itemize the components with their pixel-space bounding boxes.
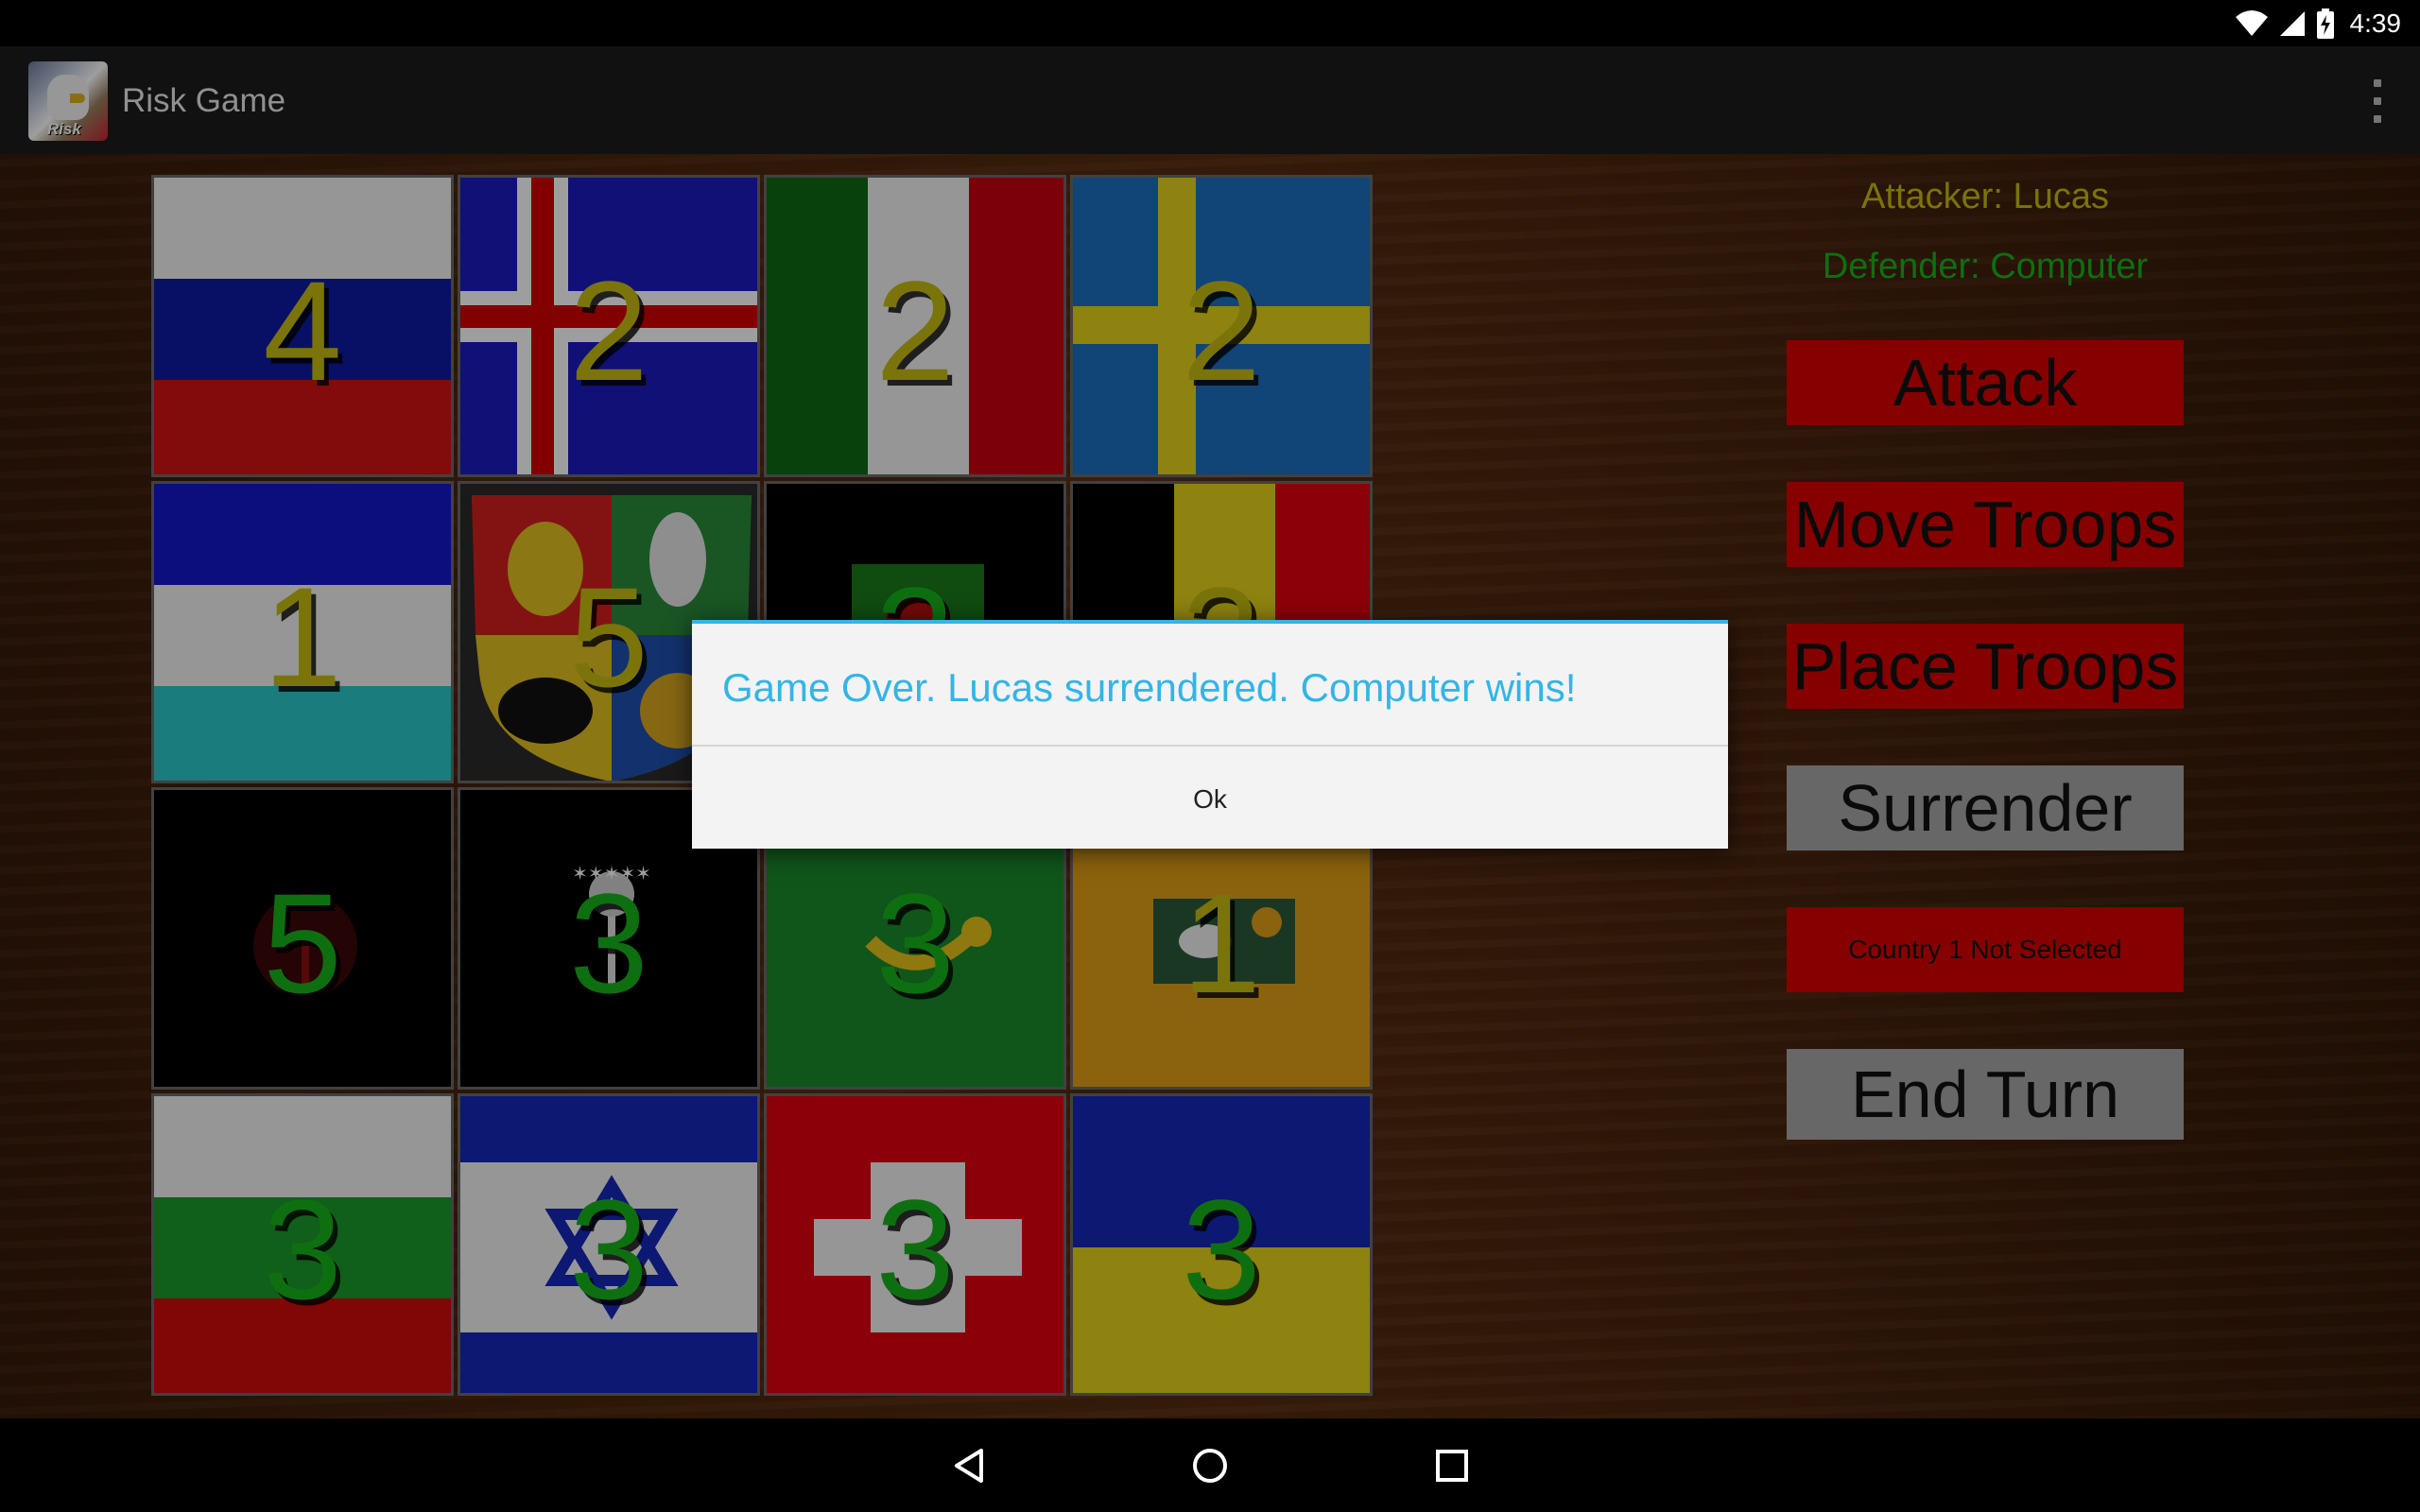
clock: 4:39 — [2349, 9, 2402, 38]
battery-icon — [2316, 9, 2334, 39]
status-bar: 4:39 — [0, 0, 2420, 46]
back-icon[interactable] — [949, 1445, 991, 1486]
navigation-bar — [0, 1418, 2420, 1512]
ok-button[interactable]: Ok — [692, 747, 1728, 852]
wifi-icon — [2235, 10, 2268, 36]
status-icons: 4:39 — [2235, 6, 2402, 42]
game-over-dialog: Game Over. Lucas surrendered. Computer w… — [692, 620, 1728, 849]
recents-icon[interactable] — [1431, 1445, 1473, 1486]
dialog-message: Game Over. Lucas surrendered. Computer w… — [722, 665, 1577, 710]
cell-signal-icon — [2279, 11, 2305, 36]
home-icon[interactable] — [1189, 1445, 1231, 1486]
